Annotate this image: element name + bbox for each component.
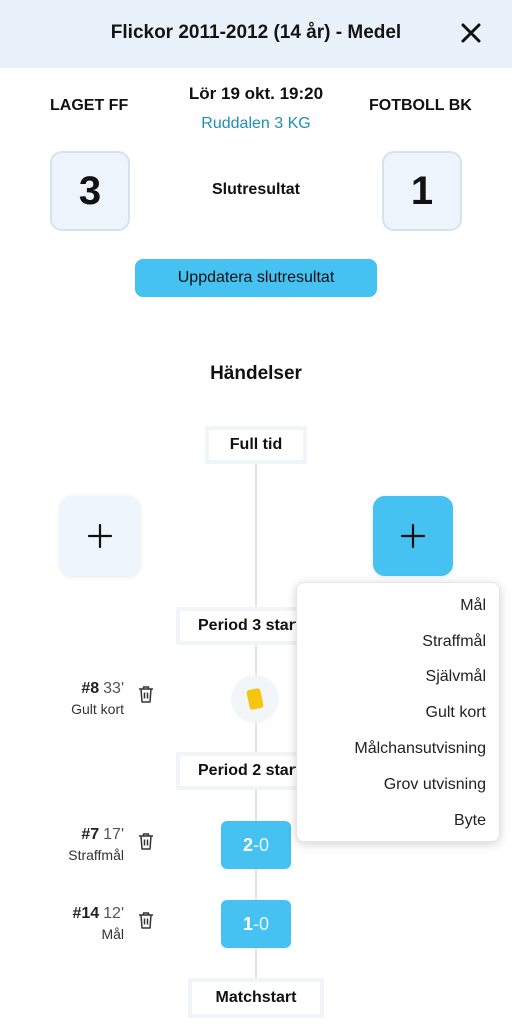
- yellow-card-badge: [231, 675, 279, 723]
- event-player-number: #7: [81, 826, 100, 843]
- event-row: #7 17' Straffmål: [68, 826, 124, 863]
- page-title: Flickor 2011-2012 (14 år) - Medel: [110, 22, 402, 43]
- delete-event-button[interactable]: [137, 831, 155, 851]
- menu-item-substitution[interactable]: Byte: [297, 803, 499, 839]
- plus-icon: [87, 523, 113, 549]
- venue-link[interactable]: Ruddalen 3 KG: [0, 115, 512, 133]
- match-start-marker: Matchstart: [188, 978, 324, 1018]
- trash-icon: [139, 686, 153, 703]
- event-type: Mål: [101, 926, 124, 942]
- event-type: Gult kort: [71, 701, 124, 717]
- event-minute: 17': [103, 826, 124, 843]
- event-minute: 12': [103, 905, 124, 922]
- menu-item-own-goal[interactable]: Självmål: [297, 660, 499, 696]
- delete-event-button[interactable]: [137, 684, 155, 704]
- away-score: 1: [382, 151, 462, 231]
- full-time-marker: Full tid: [205, 426, 307, 464]
- menu-item-severe-ejection[interactable]: Grov utvisning: [297, 767, 499, 803]
- add-home-event-button[interactable]: [60, 496, 140, 576]
- delete-event-button[interactable]: [137, 910, 155, 930]
- update-result-button[interactable]: Uppdatera slutresultat: [135, 259, 377, 297]
- event-minute: 33': [103, 680, 124, 697]
- chip-away-score: 0: [259, 913, 270, 934]
- match-datetime: Lör 19 okt. 19:20: [188, 84, 324, 103]
- trash-icon: [139, 912, 153, 929]
- event-score-chip: 2-0: [221, 821, 291, 869]
- event-score-chip: 1-0: [221, 900, 291, 948]
- menu-item-yellow-card[interactable]: Gult kort: [297, 695, 499, 731]
- menu-item-goal[interactable]: Mål: [297, 588, 499, 624]
- trash-icon: [139, 833, 153, 850]
- yellow-card-icon: [246, 687, 264, 711]
- chip-home-score: 1: [242, 913, 253, 934]
- event-type: Straffmål: [68, 847, 124, 863]
- chip-home-score: 2: [242, 834, 253, 855]
- menu-item-goal-chance-ejection[interactable]: Målchansutvisning: [297, 731, 499, 767]
- event-player-number: #14: [72, 905, 100, 922]
- close-icon: [461, 23, 481, 43]
- close-button[interactable]: [456, 18, 486, 48]
- header-bar: Flickor 2011-2012 (14 år) - Medel: [0, 0, 512, 68]
- event-type-menu: Mål Straffmål Självmål Gult kort Målchan…: [296, 582, 500, 842]
- events-heading: Händelser: [210, 363, 302, 384]
- event-row: #14 12' Mål: [72, 905, 124, 942]
- event-row: #8 33' Gult kort: [71, 680, 124, 717]
- add-away-event-button[interactable]: [373, 496, 453, 576]
- menu-item-penalty-goal[interactable]: Straffmål: [297, 624, 499, 660]
- event-player-number: #8: [81, 680, 100, 697]
- plus-icon: [400, 523, 426, 549]
- chip-away-score: 0: [259, 834, 270, 855]
